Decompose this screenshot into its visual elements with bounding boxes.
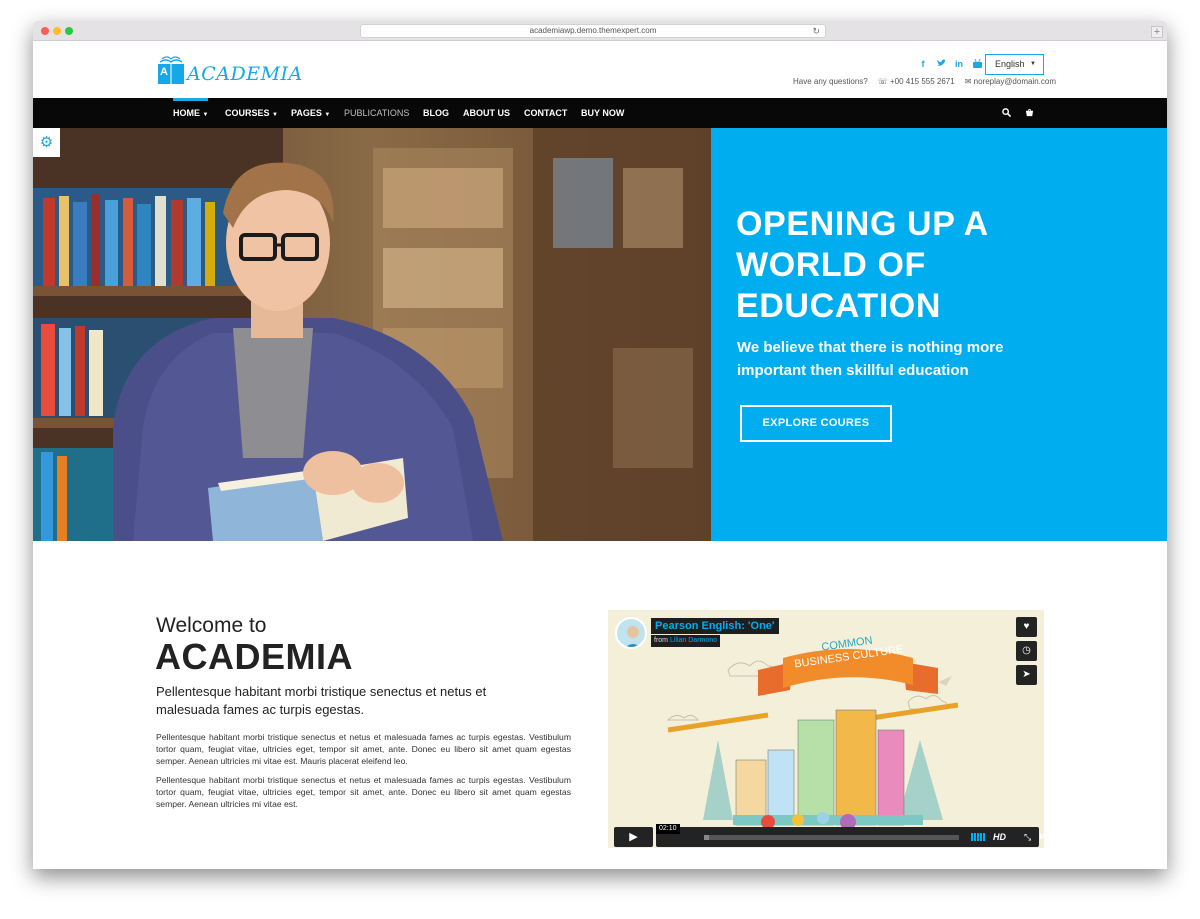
nav-item-buy-now[interactable]: BUY NOW: [581, 98, 624, 128]
browser-toolbar: academiawp.demo.themexpert.com ↻ +: [33, 21, 1167, 41]
logo-text: ACADEMIA: [187, 63, 303, 85]
from-label: from: [654, 637, 668, 644]
video-controls: ▶ HD ⤡ vimeo 02:10: [613, 824, 1044, 847]
nav-label: PAGES: [291, 108, 322, 118]
address-text: academiawp.demo.themexpert.com: [529, 26, 657, 35]
envelope-icon: ✉: [964, 77, 974, 86]
search-icon[interactable]: [1002, 98, 1012, 128]
phone-icon: ☏: [877, 77, 890, 86]
welcome-paragraph-1: Pellentesque habitant morbi tristique se…: [156, 732, 571, 766]
settings-gear-icon[interactable]: ⚙: [33, 128, 60, 157]
nav-label: HOME: [173, 108, 200, 118]
watch-later-clock-icon[interactable]: ◷: [1016, 641, 1037, 661]
social-links: f in: [917, 58, 983, 70]
welcome-heading-big: ACADEMIA: [155, 636, 353, 677]
video-byline: from Lilian Darmono: [651, 635, 721, 647]
site-logo[interactable]: A ACADEMIA: [156, 53, 303, 85]
video-progress-track[interactable]: [704, 835, 959, 840]
hero-subtitle-line: important then skillful education: [737, 362, 969, 379]
nav-label: COURSES: [225, 108, 270, 118]
linkedin-icon[interactable]: in: [953, 59, 965, 70]
video-time: 02:10: [656, 824, 680, 834]
nav-item-publications[interactable]: PUBLICATIONS: [344, 98, 409, 128]
chevron-down-icon: ▼: [1030, 61, 1036, 67]
twitter-icon[interactable]: [935, 59, 947, 70]
hero-title: OPENING UP A WORLD OF EDUCATION: [736, 204, 989, 327]
caret-down-icon: ▼: [324, 112, 331, 118]
hero-panel: OPENING UP A WORLD OF EDUCATION We belie…: [711, 128, 1167, 541]
language-value: English: [995, 59, 1025, 69]
phone-number: +00 415 555 2671: [889, 77, 955, 86]
cart-icon[interactable]: [1025, 98, 1034, 128]
welcome-paragraph-2: Pellentesque habitant morbi tristique se…: [156, 775, 571, 809]
logo-letter: A: [160, 66, 168, 78]
video-title[interactable]: Pearson English: 'One': [651, 618, 779, 634]
hero-image: [33, 128, 711, 541]
share-send-icon[interactable]: ➤: [1016, 665, 1037, 685]
nav-item-courses[interactable]: COURSES ▼: [225, 98, 278, 128]
volume-bars-icon[interactable]: [971, 833, 985, 841]
language-select[interactable]: English ▼: [985, 54, 1044, 75]
hero-title-line: EDUCATION: [736, 287, 941, 325]
question-text: Have any questions?: [793, 77, 868, 86]
nav-active-indicator: [173, 98, 208, 101]
video-progress-fill: [704, 835, 710, 840]
video-player[interactable]: COMMON BUSINESS CULTURE Pearson English:…: [608, 610, 1044, 848]
video-control-bar: HD ⤡ vimeo: [656, 827, 1044, 847]
nav-item-home[interactable]: HOME ▼: [173, 98, 208, 128]
browser-window: academiawp.demo.themexpert.com ↻ + A ACA…: [33, 21, 1167, 869]
hero-subtitle-line: We believe that there is nothing more: [737, 339, 1004, 356]
new-tab-button[interactable]: +: [1151, 26, 1163, 38]
main-navigation: HOME ▼ COURSES ▼ PAGES ▼ PUBLICATIONS BL…: [33, 98, 1167, 128]
nav-item-blog[interactable]: BLOG: [423, 98, 449, 128]
fullscreen-icon[interactable]: ⤡: [1024, 827, 1031, 847]
play-icon[interactable]: ▶: [614, 827, 653, 847]
email-address: noreplay@domain.com: [973, 77, 1057, 86]
vimeo-logo[interactable]: vimeo: [1039, 827, 1044, 847]
hd-toggle[interactable]: HD: [993, 827, 1006, 847]
close-window-button[interactable]: [41, 27, 49, 35]
address-bar[interactable]: academiawp.demo.themexpert.com ↻: [360, 24, 826, 38]
nav-item-about-us[interactable]: ABOUT US: [463, 98, 510, 128]
welcome-heading-small: Welcome to: [156, 614, 267, 637]
youtube-icon[interactable]: [971, 58, 983, 70]
contact-info: Have any questions? ☏ +00 415 555 2671 ✉…: [793, 77, 1056, 86]
welcome-lead: Pellentesque habitant morbi tristique se…: [156, 684, 487, 717]
book-logo-icon: A: [156, 53, 186, 85]
email-item[interactable]: ✉ noreplay@domain.com: [965, 77, 1056, 86]
video-author-avatar[interactable]: [615, 617, 647, 649]
phone-item[interactable]: ☏ +00 415 555 2671: [878, 77, 955, 86]
nav-item-pages[interactable]: PAGES ▼: [291, 98, 330, 128]
hero-title-line: WORLD OF: [736, 246, 926, 284]
like-heart-icon[interactable]: ♥: [1016, 617, 1037, 637]
caret-down-icon: ▼: [272, 112, 278, 118]
video-author-link[interactable]: Lilian Darmono: [670, 637, 717, 644]
facebook-icon[interactable]: f: [917, 59, 929, 70]
hero-subtitle: We believe that there is nothing more im…: [737, 336, 1003, 382]
explore-courses-button[interactable]: EXPLORE COURES: [740, 405, 892, 442]
hero-title-line: OPENING UP A: [736, 205, 989, 243]
caret-down-icon: ▼: [202, 112, 209, 118]
zoom-window-button[interactable]: [65, 27, 73, 35]
nav-item-contact[interactable]: CONTACT: [524, 98, 567, 128]
minimize-window-button[interactable]: [53, 27, 61, 35]
reload-icon[interactable]: ↻: [812, 25, 820, 37]
